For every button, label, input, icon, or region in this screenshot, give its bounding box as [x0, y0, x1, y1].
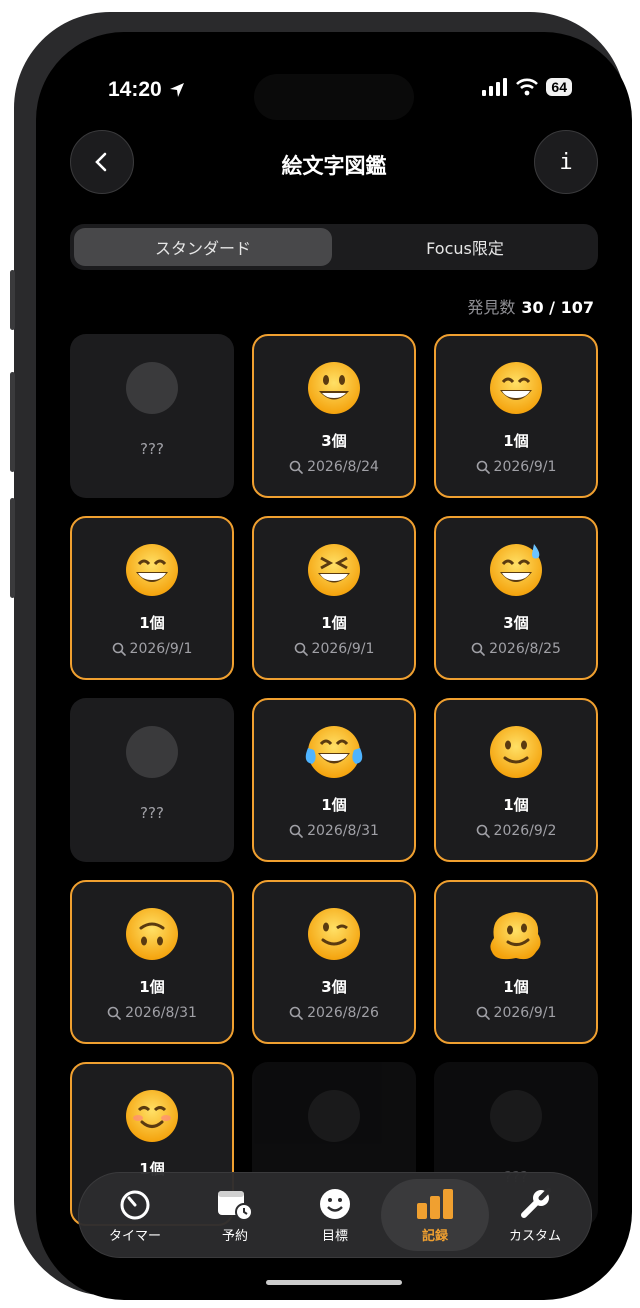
- smiley-icon: [320, 1188, 350, 1219]
- discovery-date-text: 2026/8/24: [307, 459, 379, 475]
- discovered-count: 発見数 30 / 107: [467, 298, 594, 317]
- unknown-emoji-silhouette: [126, 362, 178, 414]
- search-icon: [289, 460, 303, 474]
- discovery-date-text: 2026/9/2: [493, 823, 557, 839]
- emoji-card[interactable]: 1個 2026/9/1: [434, 880, 598, 1044]
- discovery-date: 2026/9/1: [112, 641, 193, 657]
- status-indicators: 64: [482, 78, 572, 96]
- search-icon: [476, 824, 490, 838]
- cellular-signal-icon: [482, 78, 508, 96]
- volume-down-button: [10, 498, 15, 598]
- search-icon: [289, 824, 303, 838]
- search-icon: [289, 1006, 303, 1020]
- emoji-grid: ??? 3個 2026/8/24 1個 2026/9/1 1個 2026/9/1 1個…: [70, 334, 598, 1226]
- wink-emoji-icon: [304, 904, 364, 964]
- joy-emoji-icon: [304, 722, 364, 782]
- discovery-date: 2026/8/24: [289, 459, 379, 475]
- dynamic-island: [254, 74, 414, 120]
- emoji-count: 1個: [321, 614, 347, 632]
- unknown-emoji-silhouette: [490, 1090, 542, 1142]
- info-button[interactable]: i: [534, 130, 598, 194]
- unknown-label: ???: [140, 440, 164, 458]
- discovery-date-text: 2026/8/31: [307, 823, 379, 839]
- calendar-clock-icon: [218, 1190, 253, 1221]
- search-icon: [107, 1006, 121, 1020]
- location-arrow-icon: [169, 83, 184, 97]
- blush-emoji-icon: [122, 1086, 182, 1146]
- search-icon: [476, 460, 490, 474]
- emoji-card[interactable]: 1個 2026/9/1: [434, 334, 598, 498]
- laughing-emoji-icon: [304, 540, 364, 600]
- tab-record[interactable]: 記録: [381, 1179, 489, 1251]
- grin-emoji-icon: [486, 358, 546, 418]
- discovery-date: 2026/9/1: [476, 1005, 557, 1021]
- emoji-count: 1個: [503, 978, 529, 996]
- action-button: [10, 270, 15, 330]
- emoji-card[interactable]: 3個 2026/8/25: [434, 516, 598, 680]
- emoji-card[interactable]: 3個 2026/8/26: [252, 880, 416, 1044]
- emoji-card-locked[interactable]: ???: [70, 334, 234, 498]
- unknown-emoji-silhouette: [126, 726, 178, 778]
- search-icon: [476, 1006, 490, 1020]
- battery-indicator: 64: [546, 78, 572, 96]
- emoji-card[interactable]: 1個 2026/9/1: [70, 516, 234, 680]
- segment-standard[interactable]: スタンダード: [74, 228, 332, 266]
- emoji-count: 1個: [503, 432, 529, 450]
- emoji-card[interactable]: 1個 2026/8/31: [70, 880, 234, 1044]
- discovery-date-text: 2026/9/1: [129, 641, 193, 657]
- emoji-count: 1個: [321, 796, 347, 814]
- discovery-date: 2026/9/1: [476, 459, 557, 475]
- emoji-count: 1個: [503, 796, 529, 814]
- segmented-control: スタンダード Focus限定: [70, 224, 598, 270]
- emoji-count: 1個: [139, 614, 165, 632]
- status-time: 14:20: [108, 78, 186, 102]
- emoji-count: 3個: [321, 432, 347, 450]
- wrench-icon: [521, 1187, 552, 1218]
- discovery-date: 2026/8/25: [471, 641, 561, 657]
- home-indicator: [266, 1280, 402, 1285]
- sweat-smile-emoji-icon: [486, 540, 546, 600]
- emoji-card[interactable]: 1個 2026/9/2: [434, 698, 598, 862]
- discovery-date: 2026/8/26: [289, 1005, 379, 1021]
- search-icon: [294, 642, 308, 656]
- melting-emoji-icon: [486, 904, 546, 964]
- discovery-date-text: 2026/8/26: [307, 1005, 379, 1021]
- tab-goal[interactable]: 目標: [285, 1173, 385, 1257]
- smiley-emoji-icon: [304, 358, 364, 418]
- tab-schedule[interactable]: 予約: [185, 1173, 285, 1257]
- emoji-card[interactable]: 3個 2026/8/24: [252, 334, 416, 498]
- segment-focus-limited[interactable]: Focus限定: [336, 228, 594, 266]
- discovery-date: 2026/9/1: [294, 641, 375, 657]
- discovery-date-text: 2026/9/1: [311, 641, 375, 657]
- tab-timer[interactable]: タイマー: [85, 1173, 185, 1257]
- timer-icon: [120, 1190, 150, 1219]
- tab-custom[interactable]: カスタム: [485, 1173, 585, 1257]
- unknown-label: ???: [140, 804, 164, 822]
- discovery-date-text: 2026/8/31: [125, 1005, 197, 1021]
- discovery-date-text: 2026/9/1: [493, 459, 557, 475]
- wifi-icon: [516, 78, 539, 96]
- discovery-date: 2026/8/31: [289, 823, 379, 839]
- unknown-emoji-silhouette: [308, 1090, 360, 1142]
- emoji-card[interactable]: 1個 2026/8/31: [252, 698, 416, 862]
- phone-frame: 14:20 64 絵文字図鑑 i スタンダード Focus限定 発見数 30 /…: [10, 12, 632, 1300]
- discovery-date: 2026/8/31: [107, 1005, 197, 1021]
- volume-up-button: [10, 372, 15, 472]
- discovery-date: 2026/9/2: [476, 823, 557, 839]
- discovery-date-text: 2026/8/25: [489, 641, 561, 657]
- upside-down-emoji-icon: [122, 904, 182, 964]
- search-icon: [471, 642, 485, 656]
- grin-emoji-icon: [122, 540, 182, 600]
- emoji-card[interactable]: 1個 2026/9/1: [252, 516, 416, 680]
- tab-bar: タイマー 予約 目標 記録 カスタム: [78, 1172, 592, 1258]
- bar-chart-icon: [417, 1188, 453, 1219]
- emoji-count: 3個: [321, 978, 347, 996]
- screen: 14:20 64 絵文字図鑑 i スタンダード Focus限定 発見数 30 /…: [36, 32, 632, 1300]
- slight-smile-emoji-icon: [486, 722, 546, 782]
- emoji-count: 3個: [503, 614, 529, 632]
- emoji-count: 1個: [139, 978, 165, 996]
- discovery-date-text: 2026/9/1: [493, 1005, 557, 1021]
- emoji-card-locked[interactable]: ???: [70, 698, 234, 862]
- search-icon: [112, 642, 126, 656]
